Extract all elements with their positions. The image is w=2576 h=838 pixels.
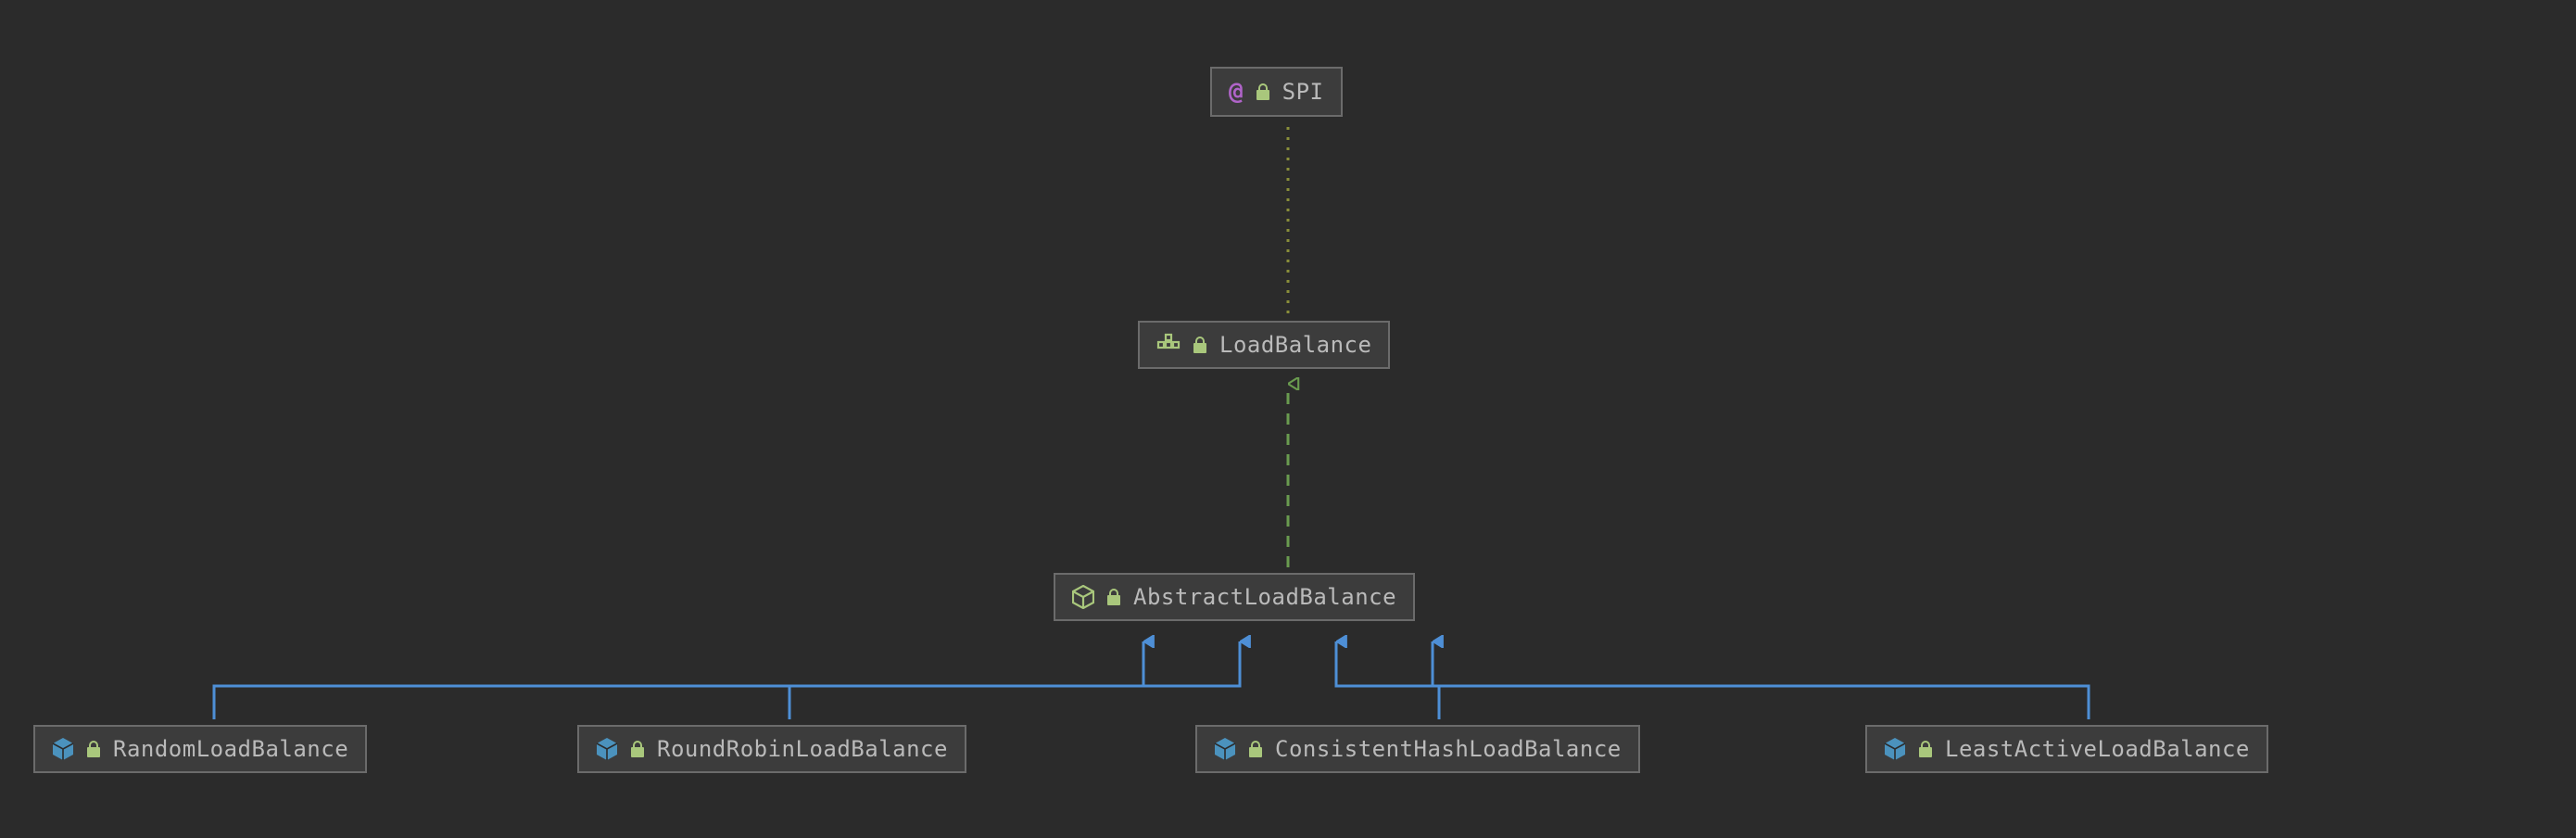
node-leastactiveloadbalance[interactable]: LeastActiveLoadBalance xyxy=(1865,725,2268,773)
node-loadbalance[interactable]: LoadBalance xyxy=(1138,321,1390,369)
abstract-class-icon xyxy=(1072,585,1094,609)
edge-rr-to-abs xyxy=(789,641,1240,719)
node-label: RoundRobinLoadBalance xyxy=(657,736,948,762)
node-roundrobinloadbalance[interactable]: RoundRobinLoadBalance xyxy=(577,725,966,773)
node-label: RandomLoadBalance xyxy=(113,736,348,762)
lock-icon xyxy=(1105,588,1122,606)
node-label: SPI xyxy=(1282,79,1324,105)
node-abstractloadbalance[interactable]: AbstractLoadBalance xyxy=(1054,573,1415,621)
node-label: LeastActiveLoadBalance xyxy=(1945,736,2250,762)
lock-icon xyxy=(629,740,646,758)
connector-layer xyxy=(0,0,2576,838)
node-label: LoadBalance xyxy=(1219,332,1371,358)
node-randomloadbalance[interactable]: RandomLoadBalance xyxy=(33,725,367,773)
edge-random-to-abs xyxy=(214,641,1143,719)
lock-icon xyxy=(1255,83,1271,101)
lock-icon xyxy=(1192,336,1208,354)
class-icon xyxy=(596,737,618,761)
lock-icon xyxy=(85,740,102,758)
annotation-icon: @ xyxy=(1229,78,1244,106)
class-icon xyxy=(52,737,74,761)
node-consistenthashloadbalance[interactable]: ConsistentHashLoadBalance xyxy=(1195,725,1640,773)
interface-icon xyxy=(1156,333,1181,357)
edge-chash-to-abs xyxy=(1336,641,1439,719)
class-icon xyxy=(1214,737,1236,761)
node-spi[interactable]: @ SPI xyxy=(1210,67,1343,117)
edge-leastact-to-abs xyxy=(1433,641,2089,719)
class-icon xyxy=(1884,737,1906,761)
lock-icon xyxy=(1247,740,1264,758)
node-label: AbstractLoadBalance xyxy=(1133,584,1396,610)
node-label: ConsistentHashLoadBalance xyxy=(1275,736,1622,762)
lock-icon xyxy=(1917,740,1934,758)
